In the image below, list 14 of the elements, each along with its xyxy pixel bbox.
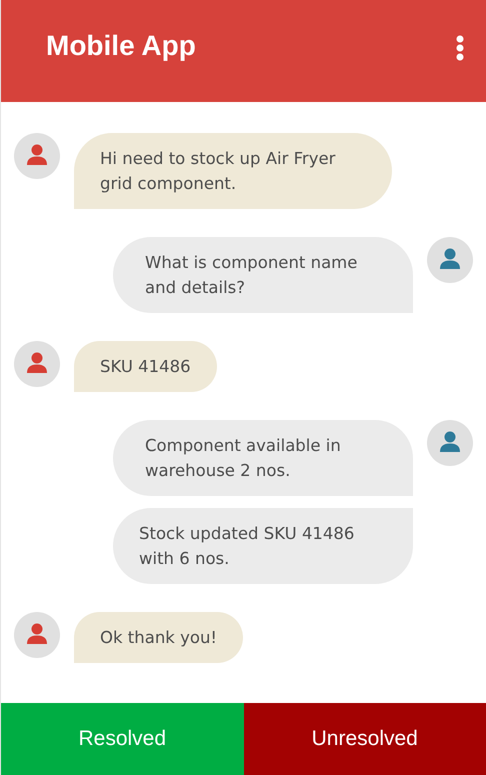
message-bubble: Hi need to stock up Air Fryer grid component. bbox=[74, 133, 392, 209]
message-bubble: SKU 41486 bbox=[74, 341, 217, 392]
user-avatar-icon bbox=[14, 133, 60, 179]
message-bubble: Stock updated SKU 41486 with 6 nos. bbox=[113, 508, 413, 584]
user-avatar-icon bbox=[427, 420, 473, 466]
message-bubble: What is component name and details? bbox=[113, 237, 413, 313]
app-title: Mobile App bbox=[46, 30, 196, 62]
user-avatar-icon bbox=[14, 612, 60, 658]
message-bubble: Component available in warehouse 2 nos. bbox=[113, 420, 413, 496]
user-avatar-icon bbox=[14, 341, 60, 387]
status-button[interactable]: Unresolved bbox=[244, 703, 486, 775]
more-options-icon[interactable] bbox=[456, 35, 464, 61]
message-bubble: Ok thank you! bbox=[74, 612, 244, 663]
user-avatar-icon bbox=[427, 237, 473, 283]
